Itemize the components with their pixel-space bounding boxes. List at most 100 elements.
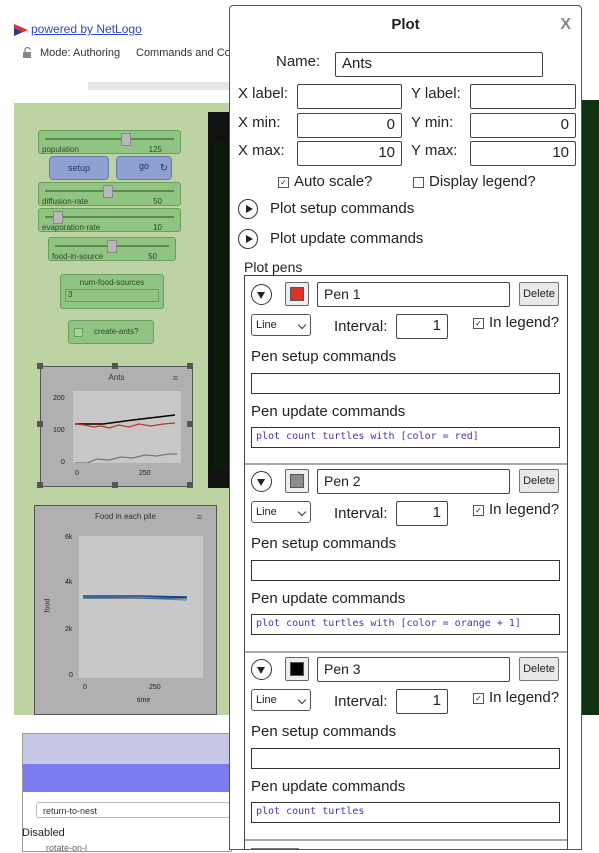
interval-input[interactable]: 1	[396, 314, 448, 339]
autoscale-label: Auto scale?	[294, 173, 373, 190]
plot-name-input[interactable]: Ants	[335, 52, 543, 77]
pen-mode-value: Line	[256, 694, 277, 706]
pen-color-swatch	[290, 287, 304, 301]
num-food-sources-chooser[interactable]: num-food-sources 3	[60, 274, 164, 309]
y-label-input[interactable]	[470, 84, 576, 109]
collapse-pen-icon[interactable]	[251, 471, 272, 492]
pen-color-picker[interactable]	[285, 657, 309, 681]
y-label-label: Y label:	[411, 85, 461, 102]
x-axis-label: time	[137, 697, 151, 704]
autoscale-checkbox[interactable]: ✓	[278, 177, 289, 188]
slider-value: 50	[153, 197, 162, 206]
resize-handle[interactable]	[187, 363, 193, 369]
resize-handle[interactable]	[112, 482, 118, 488]
command-center-tabbar	[23, 764, 230, 792]
plot-setup-commands-toggle[interactable]: Plot setup commands	[270, 200, 414, 217]
status-text: Disabled	[22, 827, 65, 839]
collapse-pen-icon[interactable]	[251, 659, 272, 680]
x-max-input[interactable]: 10	[297, 141, 402, 166]
dialog-title: Plot	[391, 16, 420, 33]
interval-input[interactable]: 1	[396, 501, 448, 526]
food-in-source-slider[interactable]: food-in-source 50	[48, 237, 176, 261]
population-slider[interactable]: population 125	[38, 130, 181, 154]
create-ants-switch[interactable]: create-ants?	[68, 320, 154, 344]
pen-update-code[interactable]: plot count turtles with [color = red]	[251, 427, 560, 448]
y-tick: 4k	[65, 579, 73, 586]
pen-update-code[interactable]: plot count turtles with [color = orange …	[251, 614, 560, 635]
interval-label: Interval:	[334, 318, 388, 335]
y-max-input[interactable]: 10	[470, 141, 576, 166]
resize-handle[interactable]	[37, 363, 43, 369]
switch-toggle[interactable]	[74, 328, 83, 337]
food-plot-widget[interactable]: Food in each pile ≡ 6k 4k 2k 0 0 250 tim…	[34, 505, 217, 715]
display-legend-checkbox[interactable]	[413, 177, 424, 188]
world-view-patches	[214, 140, 230, 470]
header-divider	[88, 82, 230, 90]
netlogo-logo-icon	[14, 24, 28, 36]
pen-color-picker[interactable]	[285, 282, 309, 306]
pen-update-label: Pen update commands	[251, 403, 406, 420]
resize-handle[interactable]	[187, 421, 193, 427]
pen-name-input[interactable]: Pen 1	[317, 282, 510, 307]
resize-handle[interactable]	[112, 363, 118, 369]
lock-icon[interactable]	[22, 47, 33, 58]
setup-button[interactable]: setup	[49, 156, 109, 180]
x-tick: 250	[149, 684, 161, 691]
resize-handle[interactable]	[187, 482, 193, 488]
pen-mode-select[interactable]: Line	[251, 689, 311, 711]
chooser-label: num-food-sources	[79, 278, 145, 287]
pen-name-input[interactable]: Pen 2	[317, 469, 510, 494]
pen-setup-code[interactable]	[251, 373, 560, 394]
delete-pen-button[interactable]: Delete	[519, 657, 559, 681]
plot-update-commands-toggle[interactable]: Plot update commands	[270, 230, 423, 247]
resize-handle[interactable]	[37, 421, 43, 427]
plot-menu-icon[interactable]: ≡	[197, 512, 202, 522]
interval-label: Interval:	[334, 505, 388, 522]
evaporation-rate-slider[interactable]: evaporation-rate 10	[38, 208, 181, 232]
chooser-value: 3	[65, 289, 159, 302]
pen-mode-select[interactable]: Line	[251, 314, 311, 336]
y-min-input[interactable]: 0	[470, 113, 576, 138]
pen-name-input[interactable]: Pen 3	[317, 657, 510, 682]
mode-toggle[interactable]: Mode: Authoring	[40, 47, 120, 59]
plot-pens-heading: Plot pens	[244, 259, 303, 275]
plot-menu-icon[interactable]: ≡	[173, 373, 178, 383]
in-legend-checkbox[interactable]: ✓	[473, 318, 484, 329]
pen-update-label: Pen update commands	[251, 590, 406, 607]
in-legend-checkbox[interactable]: ✓	[473, 505, 484, 516]
pen-setup-code[interactable]	[251, 560, 560, 581]
food-plot-lines	[82, 595, 188, 601]
pen-update-code[interactable]: plot count turtles	[251, 802, 560, 823]
plot-title: Food in each pile	[95, 512, 156, 521]
resize-handle[interactable]	[37, 482, 43, 488]
y-axis-label: food	[44, 598, 52, 613]
close-icon[interactable]: X	[560, 16, 571, 34]
plot-pens-list: Pen 1 Delete Line Interval: 1 ✓ In legen…	[244, 275, 568, 849]
slider-label: diffusion-rate	[42, 197, 89, 206]
collapse-pen-icon[interactable]	[251, 284, 272, 305]
in-legend-checkbox[interactable]: ✓	[473, 693, 484, 704]
expand-update-commands-icon[interactable]	[238, 229, 258, 249]
commands-and-code-toggle[interactable]: Commands and Code	[136, 47, 230, 59]
x-tick: 0	[75, 470, 79, 477]
pen-entry: Pen 1 Delete Line Interval: 1 ✓ In legen…	[245, 276, 567, 464]
delete-pen-button[interactable]: Delete	[519, 282, 559, 306]
chevron-down-icon	[297, 320, 307, 330]
expand-setup-commands-icon[interactable]	[238, 199, 258, 219]
ants-plot-widget[interactable]: Ants ≡ 200 100 0 0 250	[40, 366, 193, 487]
diffusion-rate-slider[interactable]: diffusion-rate 50	[38, 182, 181, 206]
powered-by-netlogo-link[interactable]: powered by NetLogo	[31, 22, 142, 36]
pen-color-picker[interactable]	[285, 469, 309, 493]
delete-pen-button[interactable]: Delete	[519, 469, 559, 493]
chevron-down-icon	[297, 695, 307, 705]
interval-input[interactable]: 1	[396, 689, 448, 714]
pen-setup-code[interactable]	[251, 748, 560, 769]
x-min-input[interactable]: 0	[297, 113, 402, 138]
go-button[interactable]: go ↻	[116, 156, 172, 180]
x-label-input[interactable]	[297, 84, 402, 109]
y-tick: 0	[61, 459, 65, 466]
procedure-select[interactable]: return-to-nest	[36, 802, 230, 818]
pen-mode-select[interactable]: Line	[251, 501, 311, 523]
slider-label: evaporation-rate	[42, 223, 101, 232]
in-legend-label: In legend?	[489, 501, 560, 518]
